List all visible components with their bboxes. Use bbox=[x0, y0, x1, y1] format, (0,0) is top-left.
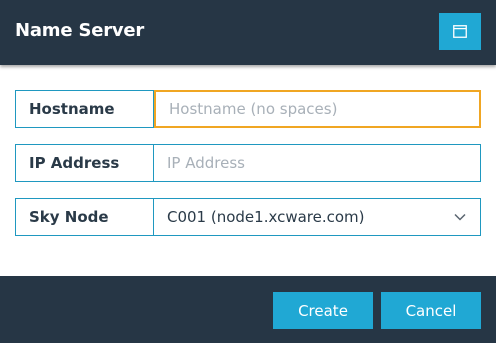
sky-node-row: Sky Node C001 (node1.xcware.com) bbox=[15, 198, 481, 236]
maximize-button[interactable] bbox=[439, 13, 481, 50]
hostname-label: Hostname bbox=[15, 90, 154, 128]
name-server-dialog: Name Server Hostname IP Address Sky Node… bbox=[0, 0, 496, 343]
create-button[interactable]: Create bbox=[273, 292, 373, 329]
sky-node-label: Sky Node bbox=[15, 198, 154, 236]
ip-address-label: IP Address bbox=[15, 144, 154, 182]
sky-node-select[interactable]: C001 (node1.xcware.com) bbox=[154, 198, 481, 236]
chevron-down-icon bbox=[454, 213, 466, 221]
dialog-footer: Create Cancel bbox=[0, 276, 496, 343]
ip-address-input[interactable] bbox=[154, 144, 481, 182]
hostname-input[interactable] bbox=[154, 90, 481, 128]
ip-address-row: IP Address bbox=[15, 144, 481, 182]
hostname-row: Hostname bbox=[15, 90, 481, 128]
dialog-header: Name Server bbox=[0, 0, 496, 65]
cancel-button[interactable]: Cancel bbox=[381, 292, 481, 329]
dialog-title: Name Server bbox=[15, 20, 145, 41]
sky-node-selected-value: C001 (node1.xcware.com) bbox=[167, 208, 365, 226]
window-icon bbox=[453, 25, 467, 38]
